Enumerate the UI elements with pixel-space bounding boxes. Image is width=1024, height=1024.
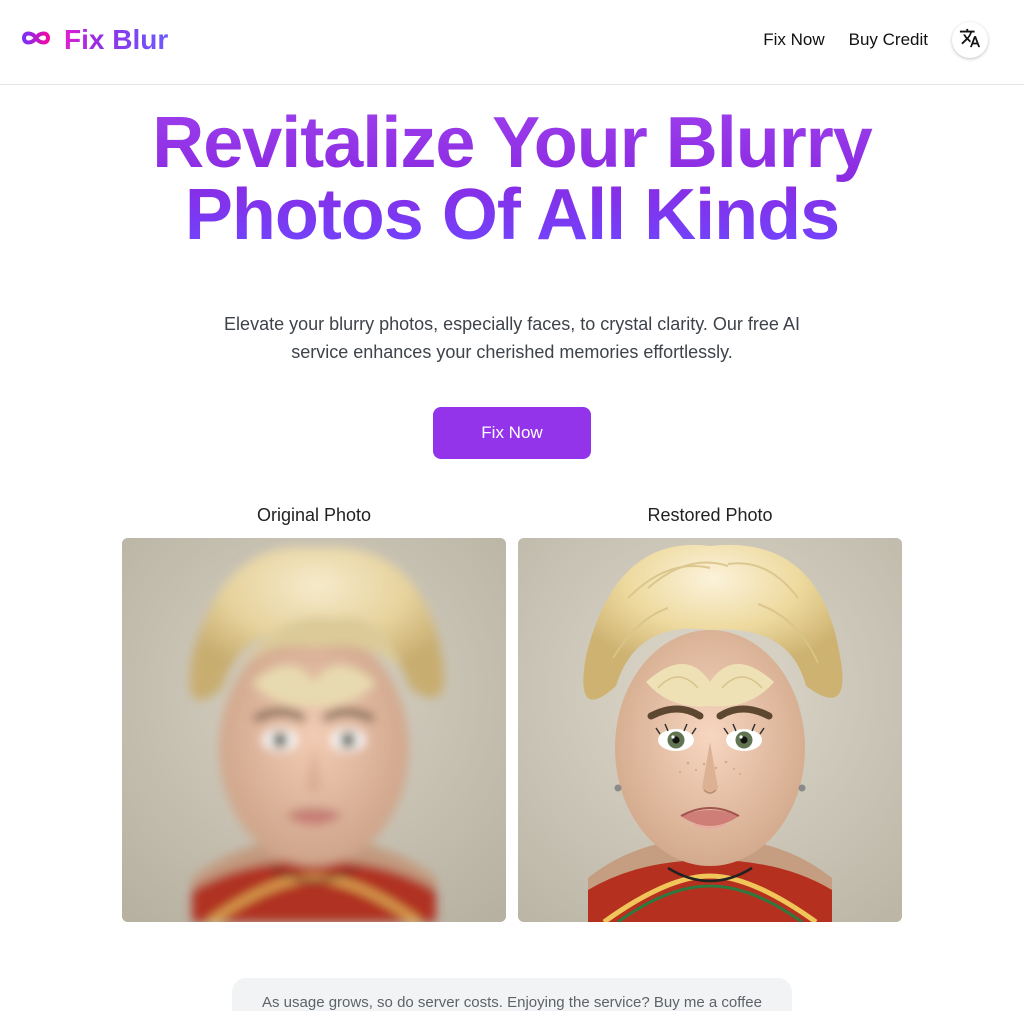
brand-name: Fix Blur — [64, 24, 168, 56]
original-label: Original Photo — [257, 505, 371, 526]
hero-subtitle: Elevate your blurry photos, especially f… — [212, 311, 812, 367]
hero-section: Revitalize Your Blurry Photos Of All Kin… — [0, 85, 1024, 459]
top-nav: Fix Now Buy Credit — [763, 22, 988, 58]
restored-photo — [518, 538, 902, 922]
original-column: Original Photo — [122, 505, 506, 922]
support-banner[interactable]: As usage grows, so do server costs. Enjo… — [232, 978, 792, 1011]
site-header: Fix Blur Fix Now Buy Credit — [0, 0, 1024, 85]
comparison-section: Original Photo — [0, 505, 1024, 922]
translate-icon — [959, 27, 981, 54]
logo-icon — [18, 26, 54, 55]
nav-buy-credit[interactable]: Buy Credit — [849, 30, 928, 50]
fix-now-button[interactable]: Fix Now — [433, 407, 590, 459]
restored-column: Restored Photo — [518, 505, 902, 922]
brand[interactable]: Fix Blur — [18, 24, 168, 56]
nav-fix-now[interactable]: Fix Now — [763, 30, 824, 50]
support-banner-wrap: As usage grows, so do server costs. Enjo… — [0, 978, 1024, 1011]
restored-label: Restored Photo — [647, 505, 772, 526]
original-photo — [122, 538, 506, 922]
language-button[interactable] — [952, 22, 988, 58]
hero-title: Revitalize Your Blurry Photos Of All Kin… — [102, 107, 922, 251]
